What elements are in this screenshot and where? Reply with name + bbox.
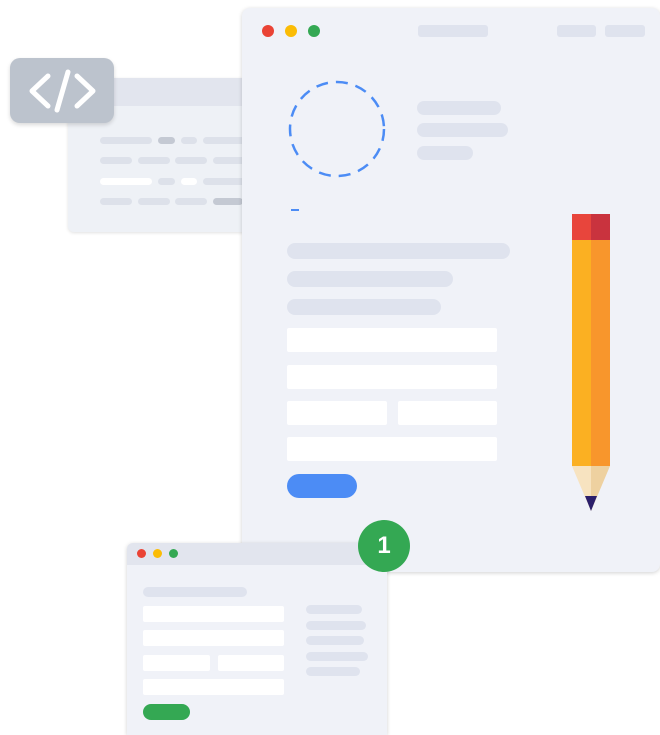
small-form-input[interactable]: [143, 606, 284, 622]
small-form-input-half[interactable]: [143, 655, 210, 671]
small-sidebar-line: [306, 605, 362, 614]
code-token: [175, 198, 207, 205]
code-token: [158, 178, 175, 185]
maximize-dot[interactable]: [308, 25, 320, 37]
small-form-input[interactable]: [143, 630, 284, 646]
step-number-badge: 1: [358, 520, 410, 572]
small-minimize-dot[interactable]: [153, 549, 162, 558]
text-placeholder: [287, 271, 453, 287]
pencil-icon: [572, 214, 610, 511]
small-maximize-dot[interactable]: [169, 549, 178, 558]
small-close-dot[interactable]: [137, 549, 146, 558]
submit-button[interactable]: [287, 474, 357, 498]
toolbar-item[interactable]: [557, 25, 596, 37]
small-form-input[interactable]: [143, 679, 284, 695]
code-token: [181, 137, 197, 144]
profile-detail-line: [417, 123, 508, 137]
profile-name-line: [417, 101, 501, 115]
small-sidebar-line: [306, 621, 366, 630]
form-input-half[interactable]: [287, 401, 387, 425]
small-submit-button[interactable]: [143, 704, 190, 720]
small-heading-placeholder: [143, 587, 247, 597]
text-cursor: [291, 209, 299, 211]
code-badge: [10, 58, 114, 123]
dashed-circle-avatar-icon[interactable]: [286, 78, 388, 180]
form-input[interactable]: [287, 328, 497, 352]
code-line: [100, 198, 132, 205]
code-line: [100, 137, 152, 144]
profile-detail-line: [417, 146, 473, 160]
toolbar-item[interactable]: [605, 25, 645, 37]
code-token: [213, 198, 243, 205]
code-line: [100, 157, 132, 164]
address-bar[interactable]: [418, 25, 488, 37]
close-dot[interactable]: [262, 25, 274, 37]
small-sidebar-line: [306, 667, 360, 676]
text-placeholder: [287, 299, 441, 315]
heading-placeholder: [287, 243, 510, 259]
code-brackets-icon: [29, 69, 96, 113]
step-number-label: 1: [377, 532, 391, 559]
code-token: [138, 198, 170, 205]
code-token: [158, 137, 175, 144]
form-input[interactable]: [287, 437, 497, 461]
code-token: [181, 178, 197, 185]
small-sidebar-line: [306, 652, 368, 661]
minimize-dot[interactable]: [285, 25, 297, 37]
small-sidebar-line: [306, 636, 364, 645]
code-token: [138, 157, 170, 164]
code-line: [100, 178, 152, 185]
form-input-half[interactable]: [398, 401, 497, 425]
small-window-titlebar: [127, 543, 387, 565]
form-input[interactable]: [287, 365, 497, 389]
code-token: [175, 157, 207, 164]
small-form-input-half[interactable]: [218, 655, 284, 671]
